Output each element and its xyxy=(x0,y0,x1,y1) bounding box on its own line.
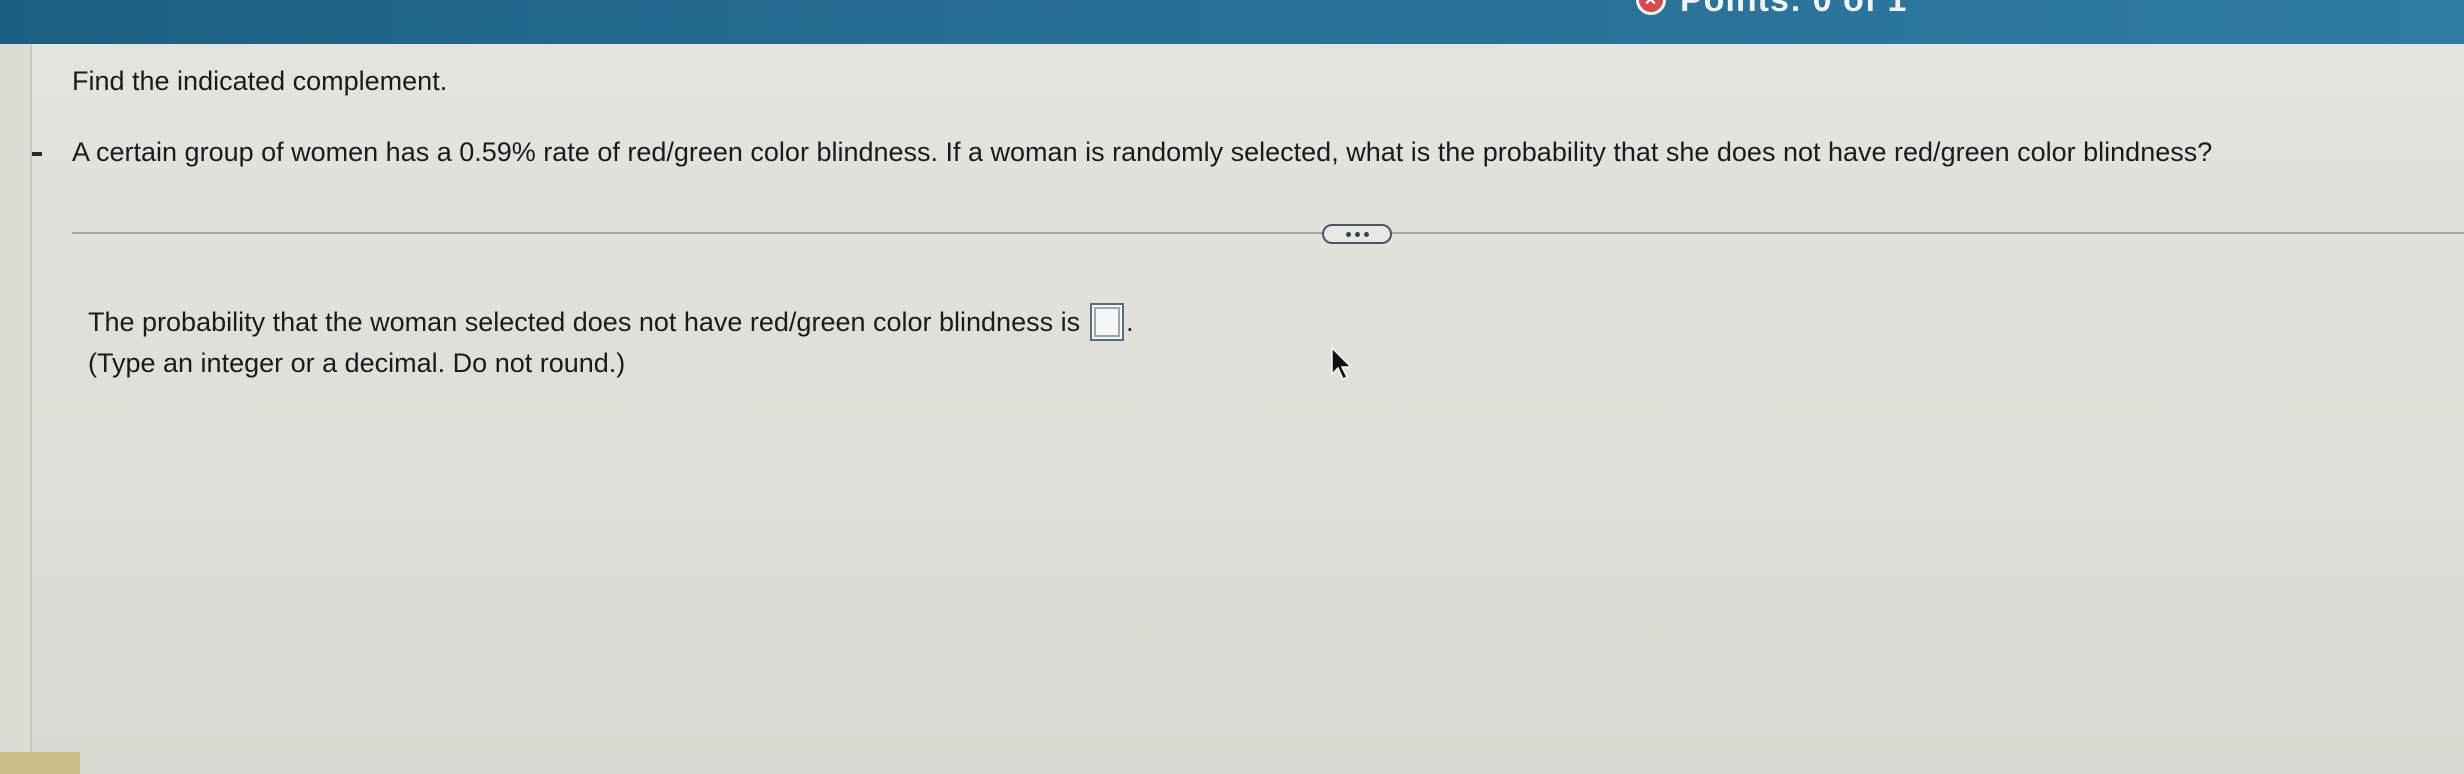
ellipsis-icon xyxy=(1354,231,1360,237)
bottom-edge-strip xyxy=(0,752,80,774)
section-divider xyxy=(72,232,2464,234)
ellipsis-icon xyxy=(1345,231,1351,237)
answer-hint: (Type an integer or a decimal. Do not ro… xyxy=(88,348,626,378)
x-circle-icon: ✕ xyxy=(1636,0,1666,15)
header-bar: ✕ Points: 0 of 1 xyxy=(0,0,2464,44)
answer-prompt: The probability that the woman selected … xyxy=(88,306,1081,337)
points-indicator: ✕ Points: 0 of 1 xyxy=(1636,0,1907,19)
question-text: A certain group of women has a 0.59% rat… xyxy=(72,137,2213,167)
question-instruction: Find the indicated complement. xyxy=(72,66,448,96)
more-options-button[interactable] xyxy=(1322,224,1392,244)
answer-suffix: . xyxy=(1126,306,1134,337)
mouse-cursor-icon xyxy=(1331,346,1353,381)
points-text: Points: 0 of 1 xyxy=(1680,0,1907,20)
answer-input[interactable] xyxy=(1090,303,1125,341)
answer-statement: The probability that the woman selected … xyxy=(88,303,1134,341)
panel-marker xyxy=(32,152,42,156)
ellipsis-icon xyxy=(1363,231,1369,237)
